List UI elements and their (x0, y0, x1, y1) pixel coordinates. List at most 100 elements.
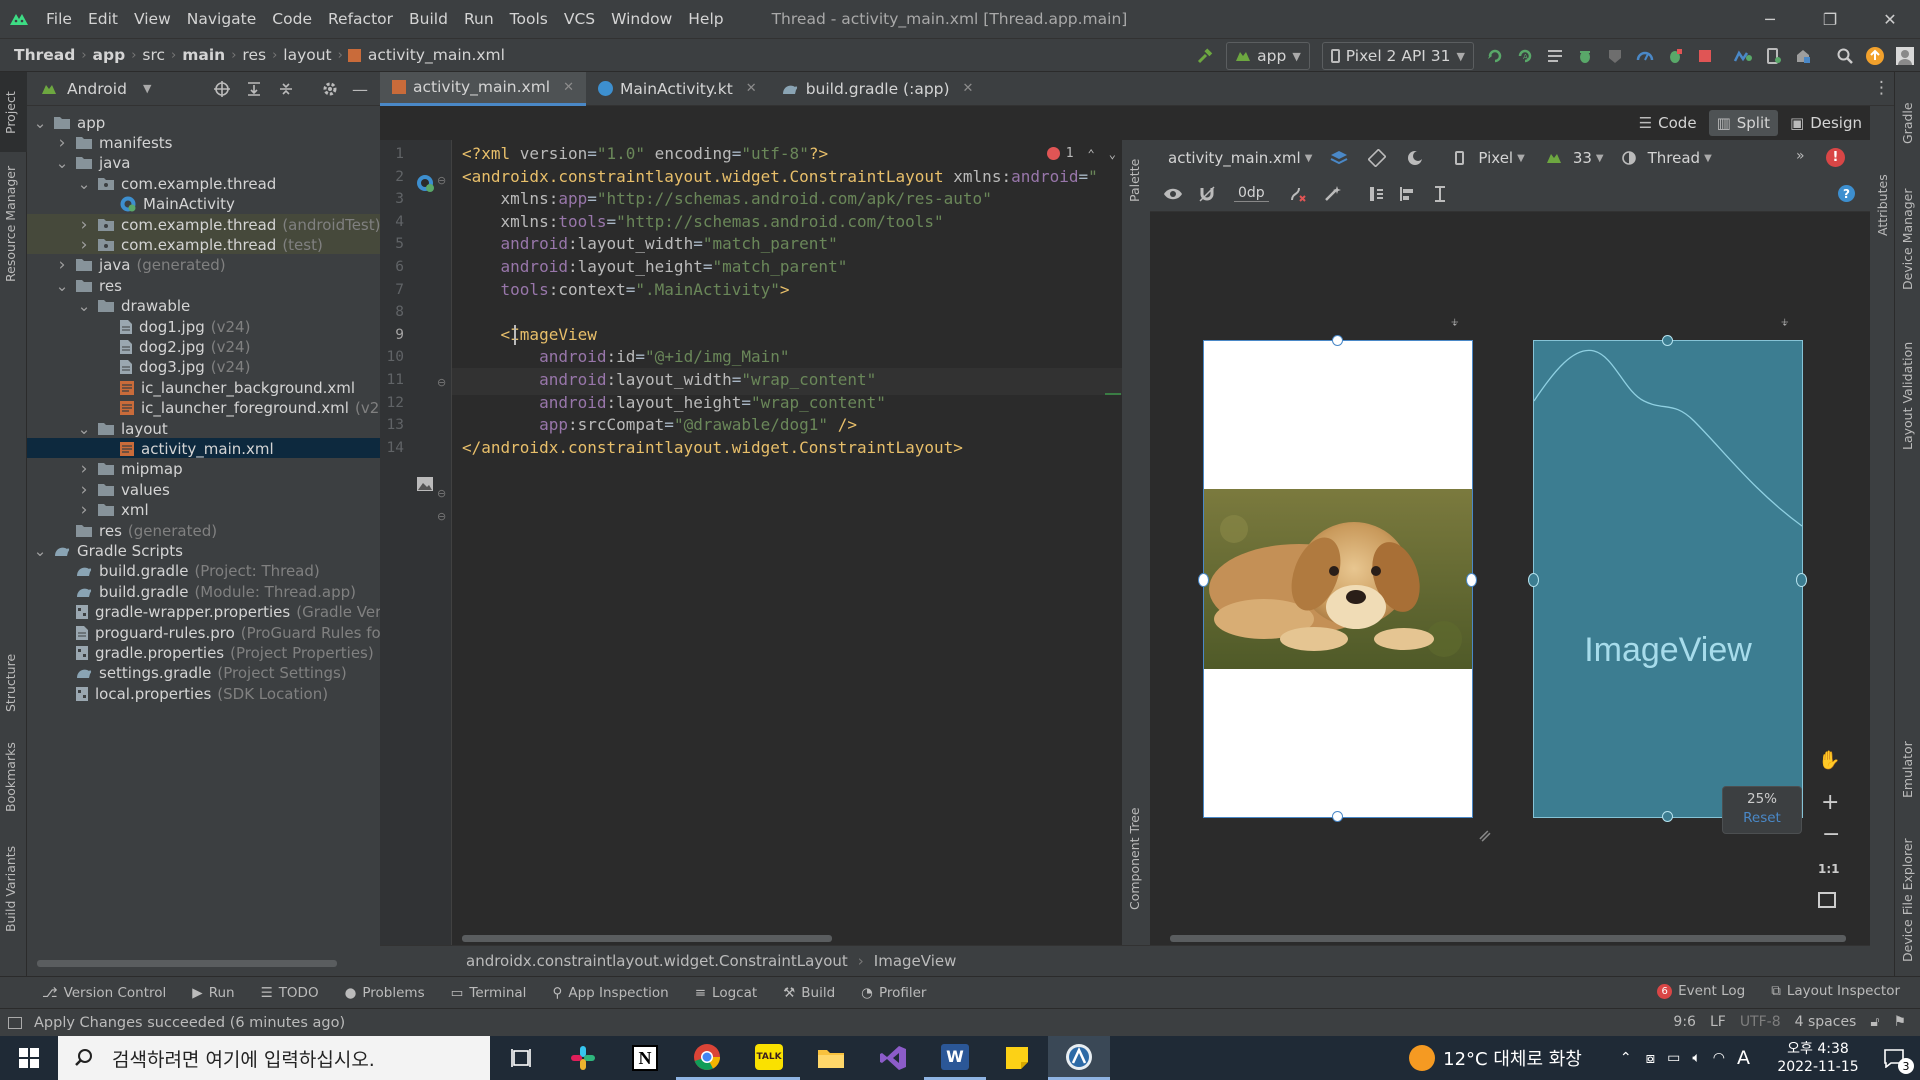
tool-window-problems[interactable]: ● Problems (345, 985, 425, 1001)
double-chevron-right-icon[interactable]: » (1796, 148, 1805, 164)
breadcrumb-item[interactable]: src (138, 46, 169, 64)
wifi-icon[interactable]: ◠ (1713, 1050, 1725, 1066)
layout-file-select[interactable]: activity_main.xml (1168, 149, 1301, 167)
tree-item[interactable]: local.properties (SDK Location) (55, 681, 328, 706)
status-message[interactable]: Apply Changes succeeded (6 minutes ago) (34, 1015, 345, 1031)
chevron-down-icon[interactable]: ⌄ (1109, 147, 1116, 161)
menu-edit[interactable]: Edit (80, 0, 126, 38)
code-editor[interactable]: <?xml version="1.0" encoding="utf-8"?> <a… (452, 140, 1122, 945)
volume-icon[interactable]: 🔈︎ (1692, 1050, 1700, 1066)
tool-window-app-inspection[interactable]: ⚲ App Inspection (552, 985, 668, 1001)
constraint-handle-bottom[interactable] (1662, 811, 1673, 822)
menu-build[interactable]: Build (401, 0, 456, 38)
build-variants-tool-tab[interactable]: Build Variants (3, 846, 18, 932)
inspection-widget[interactable]: 1 ⌃ ⌄ (1046, 146, 1116, 161)
breadcrumb-constraintlayout[interactable]: androidx.constraintlayout.widget.Constra… (466, 952, 848, 970)
menu-run[interactable]: Run (456, 0, 502, 38)
windows-start-icon[interactable] (0, 1036, 58, 1080)
tool-window-terminal[interactable]: ▭ Terminal (451, 985, 527, 1001)
word-app-icon[interactable]: W (924, 1036, 986, 1080)
close-tab-icon[interactable]: ✕ (563, 80, 574, 95)
build-hammer-icon[interactable] (1192, 43, 1218, 69)
taskbar-search-box[interactable]: 검색하려면 여기에 입력하십시오. (58, 1036, 490, 1080)
fold-icon[interactable]: ⊖ (437, 174, 446, 187)
sync-gradle-icon[interactable] (1730, 43, 1756, 69)
chevron-down-icon[interactable]: ⌄ (77, 175, 91, 193)
breadcrumb-item[interactable]: res (238, 46, 270, 64)
toggle-tool-windows-icon[interactable] (8, 1016, 22, 1029)
zoom-in-button[interactable]: + (1821, 790, 1839, 815)
constraint-handle-top[interactable] (1332, 335, 1343, 346)
emulator-tool-tab[interactable]: Emulator (1900, 741, 1915, 798)
menu-view[interactable]: View (126, 0, 179, 38)
menu-vcs[interactable]: VCS (556, 0, 603, 38)
device-manager-icon[interactable] (1760, 43, 1786, 69)
attributes-tool-tab[interactable]: Attributes (1875, 174, 1890, 236)
chevron-down-icon[interactable]: ▼ (1517, 153, 1525, 164)
attach-debugger-icon[interactable] (1662, 43, 1688, 69)
chevron-down-icon[interactable]: ⌄ (33, 114, 47, 132)
night-mode-icon[interactable] (1402, 145, 1428, 171)
fold-icon[interactable]: ⊖ (437, 510, 446, 523)
view-mode-design[interactable]: ▣ Design (1782, 110, 1870, 136)
palette-tool-tab[interactable]: Palette (1127, 159, 1142, 202)
menu-file[interactable]: File (38, 0, 80, 38)
notifications-icon[interactable]: ⚑ (1893, 1014, 1906, 1030)
magnet-autoconnect-icon[interactable] (1194, 181, 1220, 207)
gradle-tool-tab[interactable]: Gradle (1900, 102, 1915, 144)
more-tabs-icon[interactable]: ⋮ (1873, 78, 1890, 98)
fold-icon[interactable]: ⊖ (437, 376, 446, 389)
chevron-up-icon[interactable]: ⌃ (1088, 147, 1095, 161)
phone-icon[interactable] (1446, 145, 1472, 171)
resource-manager-tool-tab[interactable]: Resource Manager (3, 166, 18, 282)
component-tree-tool-tab[interactable]: Component Tree (1127, 807, 1142, 910)
weather-icon[interactable] (1409, 1045, 1436, 1071)
ime-indicator[interactable]: A (1737, 1047, 1750, 1069)
bookmarks-tool-tab[interactable]: Bookmarks (3, 742, 18, 812)
menu-refactor[interactable]: Refactor (320, 0, 401, 38)
slack-app-icon[interactable] (552, 1036, 614, 1080)
menu-window[interactable]: Window (603, 0, 680, 38)
battery-icon[interactable]: ▭ (1667, 1050, 1680, 1066)
breadcrumb-item[interactable]: main (178, 46, 229, 64)
run-config-select[interactable]: app ▼ (1226, 42, 1310, 70)
view-mode-code[interactable]: ☰ Code (1631, 110, 1705, 136)
android-studio-taskbar-icon[interactable] (1048, 1036, 1110, 1080)
view-mode-split[interactable]: ▥ Split (1708, 110, 1779, 136)
layers-design-blueprint-icon[interactable] (1326, 145, 1352, 171)
orientation-icon[interactable] (1364, 145, 1390, 171)
apply-changes-restart-icon[interactable] (1482, 43, 1508, 69)
tool-window-logcat[interactable]: ≡ Logcat (695, 985, 757, 1001)
device-select[interactable]: Pixel 2 API 31 ▼ (1321, 42, 1474, 70)
zoom-out-button[interactable]: − (1822, 822, 1840, 847)
image-preview-gutter-icon[interactable] (416, 476, 434, 492)
chevron-down-icon[interactable]: ▼ (143, 82, 151, 95)
menu-code[interactable]: Code (264, 0, 320, 38)
constraint-handle-bottom[interactable] (1332, 811, 1343, 822)
horizontal-scrollbar[interactable] (37, 960, 337, 967)
breadcrumb-imageview[interactable]: ImageView (874, 952, 957, 970)
constraint-handle-right[interactable] (1466, 573, 1477, 587)
fold-icon[interactable]: ⊖ (437, 487, 446, 500)
pack-icon[interactable] (1363, 181, 1389, 207)
chevron-down-icon[interactable]: ▼ (1704, 153, 1712, 164)
layout-validation-tool-tab[interactable]: Layout Validation (1900, 342, 1915, 450)
minimize-button[interactable]: ─ (1740, 0, 1800, 38)
chevron-down-icon[interactable]: ⌄ (77, 420, 91, 438)
menu-navigate[interactable]: Navigate (179, 0, 265, 38)
guidelines-icon[interactable] (1427, 181, 1453, 207)
default-margin-input[interactable]: 0dp (1234, 185, 1269, 202)
locate-target-icon[interactable] (209, 76, 235, 102)
sticky-notes-icon[interactable] (986, 1036, 1048, 1080)
tool-window-build[interactable]: ⚒ Build (783, 985, 835, 1001)
file-explorer-icon[interactable] (800, 1036, 862, 1080)
task-view-icon[interactable] (490, 1036, 552, 1080)
infer-constraints-wand-icon[interactable] (1319, 181, 1345, 207)
device-file-explorer-tool-tab[interactable]: Device File Explorer (1900, 838, 1915, 962)
search-icon[interactable] (1832, 43, 1858, 69)
design-preview-screen[interactable] (1198, 335, 1477, 822)
activity-gutter-icon[interactable] (415, 173, 435, 193)
zoom-to-fit-icon[interactable] (1818, 892, 1836, 908)
notion-app-icon[interactable]: N (614, 1036, 676, 1080)
project-view-select[interactable]: Android (67, 80, 127, 98)
